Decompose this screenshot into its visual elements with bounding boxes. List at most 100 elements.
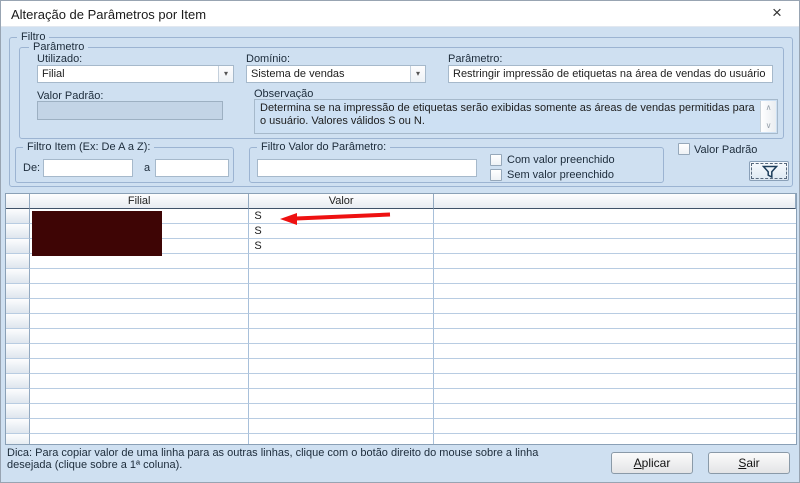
table-cell [30, 299, 249, 314]
sem-valor-checkbox[interactable] [490, 169, 502, 181]
com-valor-label: Com valor preenchido [507, 154, 615, 166]
de-label: De: [23, 162, 40, 174]
valor-padrao-checkbox[interactable] [678, 143, 690, 155]
sem-valor-label: Sem valor preenchido [507, 169, 614, 181]
observacao-text: Determina se na impressão de etiquetas s… [260, 102, 755, 128]
row-selector-cell[interactable] [6, 374, 30, 389]
dominio-label: Domínio: [246, 53, 290, 65]
row-selector-cell[interactable] [6, 329, 30, 344]
table-row[interactable] [6, 299, 796, 314]
filtro-valor-input[interactable] [257, 159, 477, 177]
table-cell [249, 269, 434, 284]
utilizado-value: Filial [42, 68, 65, 80]
row-selector-cell[interactable] [6, 269, 30, 284]
table-cell: S [249, 209, 434, 224]
table-cell: S [249, 224, 434, 239]
row-selector-cell[interactable] [6, 434, 30, 445]
table-row[interactable] [6, 314, 796, 329]
dialog-alteracao-parametros: Alteração de Parâmetros por Item × Filtr… [0, 0, 800, 483]
table-row[interactable] [6, 284, 796, 299]
utilizado-label: Utilizado: [37, 53, 82, 65]
table-cell [249, 374, 434, 389]
funnel-icon [762, 165, 778, 179]
table-cell [30, 314, 249, 329]
table-cell [434, 359, 796, 374]
filtro-item-de-input[interactable] [43, 159, 133, 177]
table-row[interactable] [6, 434, 796, 445]
chevron-down-icon[interactable]: ▾ [218, 66, 233, 82]
table-cell [434, 254, 796, 269]
row-selector-cell[interactable] [6, 404, 30, 419]
table-cell [434, 284, 796, 299]
table-row[interactable] [6, 419, 796, 434]
row-selector-cell[interactable] [6, 209, 30, 224]
table-row[interactable] [6, 269, 796, 284]
table-cell [30, 254, 249, 269]
table-cell [249, 344, 434, 359]
filtro-item-group-label: Filtro Item (Ex: De A a Z): [23, 141, 154, 153]
row-selector-cell[interactable] [6, 224, 30, 239]
chevron-down-icon[interactable]: ▾ [410, 66, 425, 82]
parametro-input[interactable]: Restringir impressão de etiquetas na áre… [448, 65, 773, 83]
table-row[interactable] [6, 254, 796, 269]
observacao-textarea[interactable]: Determina se na impressão de etiquetas s… [254, 99, 778, 134]
table-cell [30, 374, 249, 389]
row-selector-cell[interactable] [6, 419, 30, 434]
dialog-title: Alteração de Parâmetros por Item [11, 7, 206, 22]
row-selector-cell[interactable] [6, 299, 30, 314]
valor-padrao-input [37, 101, 223, 120]
table-row[interactable] [6, 359, 796, 374]
row-selector-cell[interactable] [6, 254, 30, 269]
hint-text-line1: Dica: Para copiar valor de uma linha par… [7, 447, 538, 459]
aplicar-button[interactable]: Aplicar [611, 452, 693, 474]
utilizado-combobox[interactable]: Filial ▾ [37, 65, 234, 83]
table-row[interactable] [6, 329, 796, 344]
table-cell [434, 209, 796, 224]
observacao-scrollbar[interactable]: ∧ ∨ [760, 101, 776, 132]
row-selector-cell[interactable] [6, 359, 30, 374]
table-cell [30, 284, 249, 299]
header-filial: Filial [30, 194, 249, 209]
table-cell [434, 389, 796, 404]
table-cell [30, 344, 249, 359]
valor-padrao-checkbox-label: Valor Padrão [694, 144, 757, 156]
table-row[interactable] [6, 344, 796, 359]
sair-button[interactable]: Sair [708, 452, 790, 474]
header-valor: Valor [249, 194, 434, 209]
table-cell [30, 359, 249, 374]
parametro-group-label: Parâmetro [29, 41, 88, 53]
table-cell [434, 269, 796, 284]
parametro-label: Parâmetro: [448, 53, 502, 65]
table-cell [30, 434, 249, 445]
table-cell [249, 329, 434, 344]
row-selector-cell[interactable] [6, 239, 30, 254]
table-cell [249, 359, 434, 374]
table-cell [30, 269, 249, 284]
table-row[interactable] [6, 404, 796, 419]
table-cell [434, 299, 796, 314]
row-selector-cell[interactable] [6, 314, 30, 329]
table-cell [434, 344, 796, 359]
filter-apply-button[interactable] [749, 161, 789, 181]
table-cell [434, 434, 796, 445]
title-bar: Alteração de Parâmetros por Item × [1, 1, 799, 27]
row-selector-cell[interactable] [6, 389, 30, 404]
hint-text-line2: desejada (clique sobre a 1ª coluna). [7, 459, 182, 471]
table-cell [30, 389, 249, 404]
table-row[interactable] [6, 374, 796, 389]
row-selector-cell[interactable] [6, 344, 30, 359]
filtro-item-a-input[interactable] [155, 159, 229, 177]
a-label: a [144, 162, 150, 174]
row-selector-cell[interactable] [6, 284, 30, 299]
table-cell [434, 314, 796, 329]
dominio-combobox[interactable]: Sistema de vendas ▾ [246, 65, 426, 83]
table-cell [249, 314, 434, 329]
scroll-down-icon[interactable]: ∨ [761, 121, 776, 130]
table-cell [249, 299, 434, 314]
table-row[interactable] [6, 389, 796, 404]
com-valor-checkbox[interactable] [490, 154, 502, 166]
close-icon[interactable]: × [767, 3, 787, 23]
table-cell [434, 224, 796, 239]
table-cell [30, 329, 249, 344]
scroll-up-icon[interactable]: ∧ [761, 103, 776, 112]
